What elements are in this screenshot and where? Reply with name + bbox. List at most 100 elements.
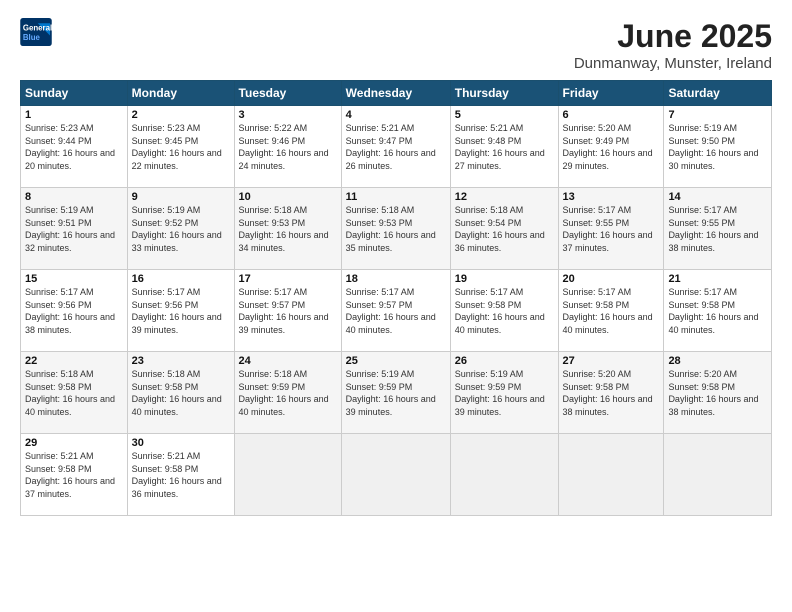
- day-number: 30: [132, 437, 230, 449]
- calendar-cell: 19 Sunrise: 5:17 AMSunset: 9:58 PMDayligh…: [450, 270, 558, 352]
- day-number: 9: [132, 191, 230, 203]
- calendar-cell: 16 Sunrise: 5:17 AMSunset: 9:56 PMDayligh…: [127, 270, 234, 352]
- calendar-cell: [341, 434, 450, 516]
- calendar-cell: 8 Sunrise: 5:19 AMSunset: 9:51 PMDaylight…: [21, 188, 128, 270]
- calendar-cell: [234, 434, 341, 516]
- day-number: 4: [346, 109, 446, 121]
- calendar-cell: 3Sunrise: 5:22 AMSunset: 9:46 PMDaylight…: [234, 106, 341, 188]
- day-number: 26: [455, 355, 554, 367]
- day-number: 21: [668, 273, 767, 285]
- calendar-cell: 13 Sunrise: 5:17 AMSunset: 9:55 PMDayligh…: [558, 188, 664, 270]
- title-area: June 2025 Dunmanway, Munster, Ireland: [574, 18, 772, 72]
- day-number: 18: [346, 273, 446, 285]
- day-info: Sunrise: 5:20 AMSunset: 9:58 PMDaylight:…: [563, 369, 653, 417]
- day-info: Sunrise: 5:18 AMSunset: 9:54 PMDaylight:…: [455, 205, 545, 253]
- day-info: Sunrise: 5:18 AMSunset: 9:53 PMDaylight:…: [346, 205, 436, 253]
- day-info: Sunrise: 5:21 AMSunset: 9:47 PMDaylight:…: [346, 123, 436, 171]
- day-number: 8: [25, 191, 123, 203]
- day-number: 14: [668, 191, 767, 203]
- day-info: Sunrise: 5:18 AMSunset: 9:53 PMDaylight:…: [239, 205, 329, 253]
- day-header-saturday: Saturday: [664, 81, 772, 106]
- calendar-cell: 25 Sunrise: 5:19 AMSunset: 9:59 PMDayligh…: [341, 352, 450, 434]
- day-info: Sunrise: 5:17 AMSunset: 9:56 PMDaylight:…: [132, 287, 222, 335]
- day-header-tuesday: Tuesday: [234, 81, 341, 106]
- calendar-week-4: 22Sunrise: 5:18 AMSunset: 9:58 PMDayligh…: [21, 352, 772, 434]
- day-header-thursday: Thursday: [450, 81, 558, 106]
- calendar-cell: [450, 434, 558, 516]
- day-info: Sunrise: 5:19 AMSunset: 9:51 PMDaylight:…: [25, 205, 115, 253]
- calendar-cell: 18 Sunrise: 5:17 AMSunset: 9:57 PMDayligh…: [341, 270, 450, 352]
- calendar-cell: 21Sunrise: 5:17 AMSunset: 9:58 PMDayligh…: [664, 270, 772, 352]
- calendar-cell: [664, 434, 772, 516]
- calendar-cell: 24 Sunrise: 5:18 AMSunset: 9:59 PMDayligh…: [234, 352, 341, 434]
- calendar-cell: 1 Sunrise: 5:23 AMSunset: 9:44 PMDaylight…: [21, 106, 128, 188]
- day-number: 17: [239, 273, 337, 285]
- day-info: Sunrise: 5:19 AMSunset: 9:59 PMDaylight:…: [455, 369, 545, 417]
- day-info: Sunrise: 5:21 AMSunset: 9:48 PMDaylight:…: [455, 123, 545, 171]
- calendar-cell: 28Sunrise: 5:20 AMSunset: 9:58 PMDayligh…: [664, 352, 772, 434]
- calendar-cell: 14 Sunrise: 5:17 AMSunset: 9:55 PMDayligh…: [664, 188, 772, 270]
- day-number: 16: [132, 273, 230, 285]
- day-info: Sunrise: 5:17 AMSunset: 9:58 PMDaylight:…: [563, 287, 653, 335]
- calendar-header-row: SundayMondayTuesdayWednesdayThursdayFrid…: [21, 81, 772, 106]
- svg-text:Blue: Blue: [23, 33, 41, 42]
- day-info: Sunrise: 5:17 AMSunset: 9:55 PMDaylight:…: [563, 205, 653, 253]
- calendar-cell: 30Sunrise: 5:21 AMSunset: 9:58 PMDayligh…: [127, 434, 234, 516]
- logo: General Blue: [20, 18, 52, 46]
- calendar-cell: 22Sunrise: 5:18 AMSunset: 9:58 PMDayligh…: [21, 352, 128, 434]
- logo-icon: General Blue: [20, 18, 52, 46]
- location-title: Dunmanway, Munster, Ireland: [574, 55, 772, 72]
- day-number: 19: [455, 273, 554, 285]
- calendar-cell: 6Sunrise: 5:20 AMSunset: 9:49 PMDaylight…: [558, 106, 664, 188]
- calendar-body: 1 Sunrise: 5:23 AMSunset: 9:44 PMDaylight…: [21, 106, 772, 516]
- day-info: Sunrise: 5:19 AMSunset: 9:50 PMDaylight:…: [668, 123, 758, 171]
- day-info: Sunrise: 5:19 AMSunset: 9:59 PMDaylight:…: [346, 369, 436, 417]
- day-info: Sunrise: 5:20 AMSunset: 9:49 PMDaylight:…: [563, 123, 653, 171]
- calendar-cell: 20 Sunrise: 5:17 AMSunset: 9:58 PMDayligh…: [558, 270, 664, 352]
- day-number: 22: [25, 355, 123, 367]
- day-number: 5: [455, 109, 554, 121]
- svg-text:General: General: [23, 23, 52, 32]
- day-info: Sunrise: 5:18 AMSunset: 9:59 PMDaylight:…: [239, 369, 329, 417]
- calendar-cell: 2 Sunrise: 5:23 AMSunset: 9:45 PMDaylight…: [127, 106, 234, 188]
- calendar-cell: 5 Sunrise: 5:21 AMSunset: 9:48 PMDaylight…: [450, 106, 558, 188]
- calendar-week-2: 8 Sunrise: 5:19 AMSunset: 9:51 PMDaylight…: [21, 188, 772, 270]
- month-title: June 2025: [574, 18, 772, 55]
- calendar-cell: 26 Sunrise: 5:19 AMSunset: 9:59 PMDayligh…: [450, 352, 558, 434]
- calendar-cell: 10 Sunrise: 5:18 AMSunset: 9:53 PMDayligh…: [234, 188, 341, 270]
- calendar-week-5: 29Sunrise: 5:21 AMSunset: 9:58 PMDayligh…: [21, 434, 772, 516]
- calendar-cell: 15Sunrise: 5:17 AMSunset: 9:56 PMDayligh…: [21, 270, 128, 352]
- calendar-week-3: 15Sunrise: 5:17 AMSunset: 9:56 PMDayligh…: [21, 270, 772, 352]
- day-number: 25: [346, 355, 446, 367]
- calendar-cell: 9 Sunrise: 5:19 AMSunset: 9:52 PMDaylight…: [127, 188, 234, 270]
- calendar-page: General Blue June 2025 Dunmanway, Munste…: [0, 0, 792, 612]
- calendar-cell: 4 Sunrise: 5:21 AMSunset: 9:47 PMDaylight…: [341, 106, 450, 188]
- calendar-cell: 11Sunrise: 5:18 AMSunset: 9:53 PMDayligh…: [341, 188, 450, 270]
- day-info: Sunrise: 5:19 AMSunset: 9:52 PMDaylight:…: [132, 205, 222, 253]
- day-info: Sunrise: 5:23 AMSunset: 9:45 PMDaylight:…: [132, 123, 222, 171]
- day-number: 24: [239, 355, 337, 367]
- day-info: Sunrise: 5:17 AMSunset: 9:57 PMDaylight:…: [346, 287, 436, 335]
- day-info: Sunrise: 5:17 AMSunset: 9:58 PMDaylight:…: [455, 287, 545, 335]
- day-number: 27: [563, 355, 660, 367]
- day-number: 13: [563, 191, 660, 203]
- day-info: Sunrise: 5:17 AMSunset: 9:55 PMDaylight:…: [668, 205, 758, 253]
- calendar-cell: 23Sunrise: 5:18 AMSunset: 9:58 PMDayligh…: [127, 352, 234, 434]
- calendar-cell: 7Sunrise: 5:19 AMSunset: 9:50 PMDaylight…: [664, 106, 772, 188]
- calendar-cell: 27 Sunrise: 5:20 AMSunset: 9:58 PMDayligh…: [558, 352, 664, 434]
- day-info: Sunrise: 5:17 AMSunset: 9:56 PMDaylight:…: [25, 287, 115, 335]
- day-number: 20: [563, 273, 660, 285]
- day-info: Sunrise: 5:23 AMSunset: 9:44 PMDaylight:…: [25, 123, 115, 171]
- day-number: 10: [239, 191, 337, 203]
- day-number: 28: [668, 355, 767, 367]
- day-number: 29: [25, 437, 123, 449]
- calendar-table: SundayMondayTuesdayWednesdayThursdayFrid…: [20, 80, 772, 516]
- day-header-monday: Monday: [127, 81, 234, 106]
- calendar-cell: 29Sunrise: 5:21 AMSunset: 9:58 PMDayligh…: [21, 434, 128, 516]
- header: General Blue June 2025 Dunmanway, Munste…: [20, 18, 772, 72]
- calendar-week-1: 1 Sunrise: 5:23 AMSunset: 9:44 PMDaylight…: [21, 106, 772, 188]
- calendar-cell: [558, 434, 664, 516]
- day-number: 2: [132, 109, 230, 121]
- day-info: Sunrise: 5:22 AMSunset: 9:46 PMDaylight:…: [239, 123, 329, 171]
- day-number: 1: [25, 109, 123, 121]
